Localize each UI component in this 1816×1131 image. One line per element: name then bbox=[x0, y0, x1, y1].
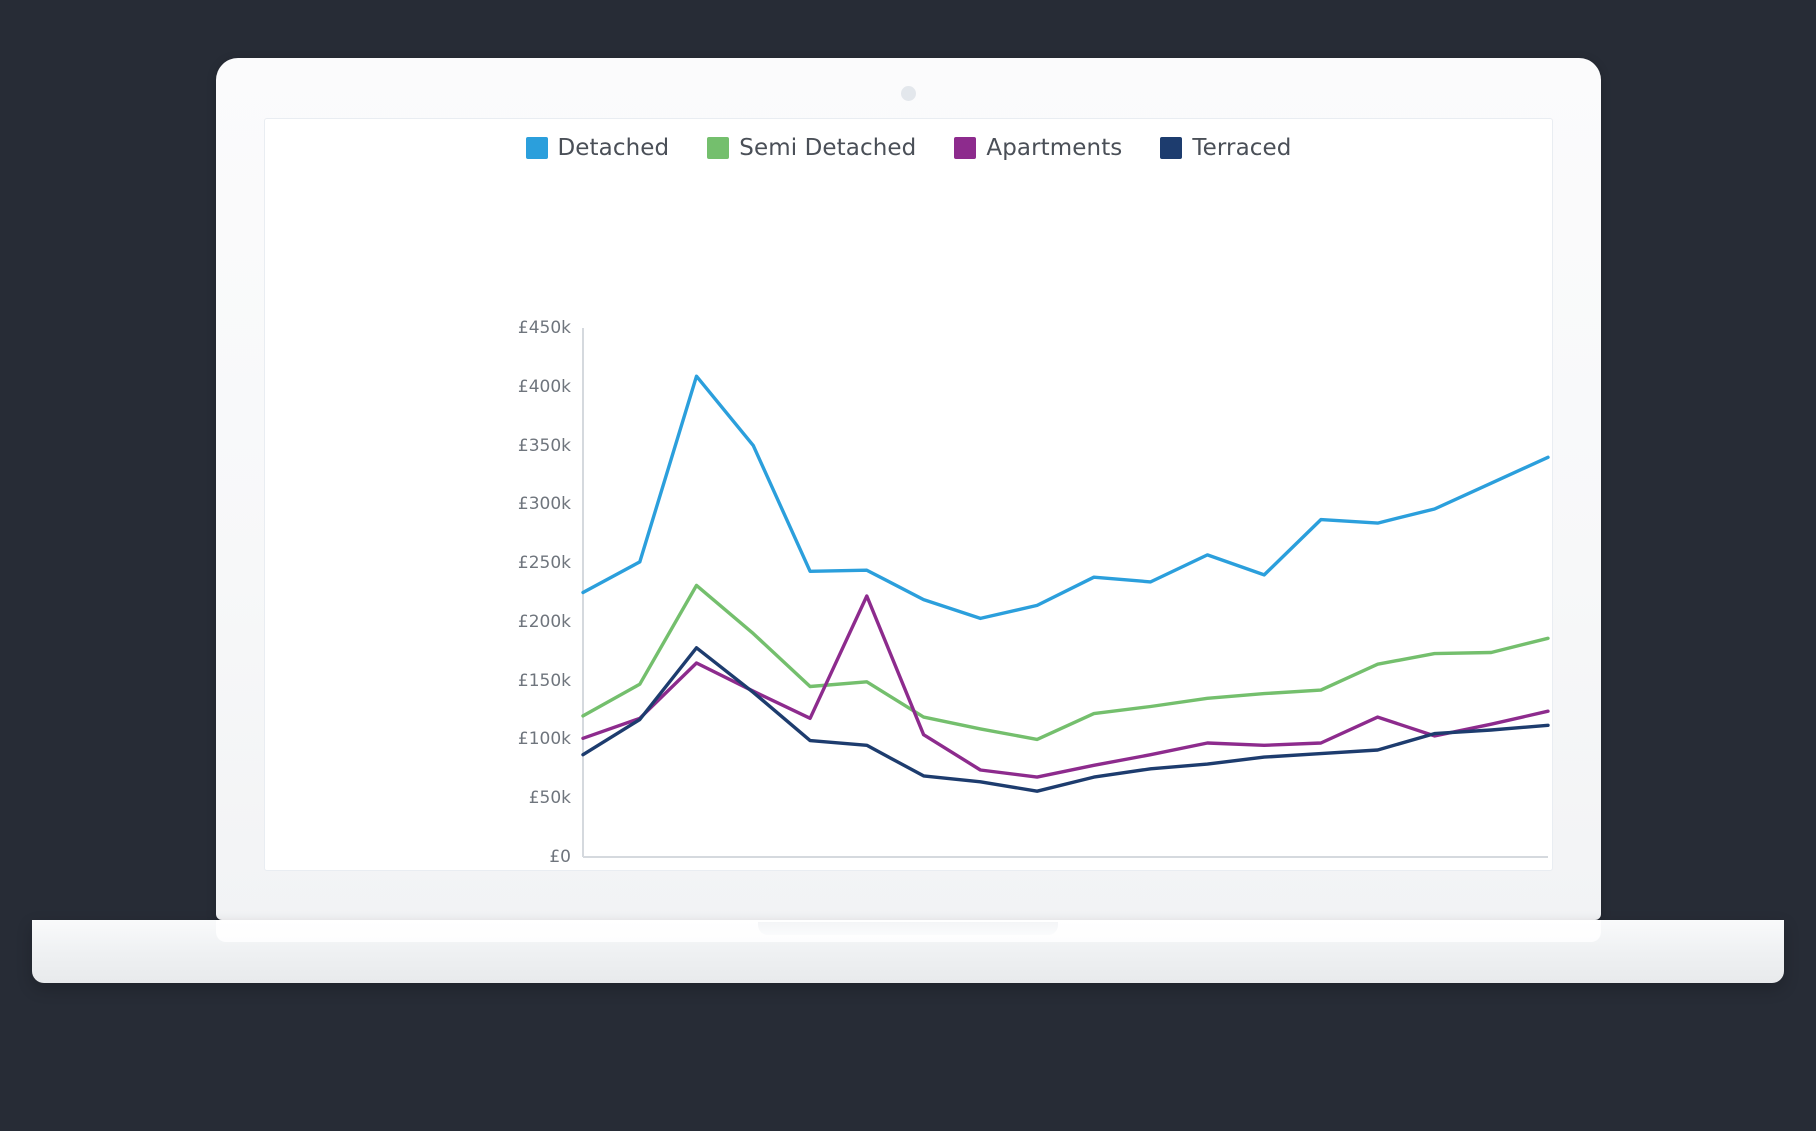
y-tick-label: £100k bbox=[265, 729, 571, 749]
y-tick-label: £350k bbox=[265, 436, 571, 456]
y-tick-label: £200k bbox=[265, 612, 571, 632]
laptop-lid: DetachedSemi DetachedApartmentsTerraced … bbox=[216, 58, 1601, 920]
webcam-icon bbox=[901, 86, 916, 101]
series-line-apartments[interactable] bbox=[583, 596, 1548, 777]
y-tick-label: £50k bbox=[265, 788, 571, 808]
y-tick-label: £150k bbox=[265, 671, 571, 691]
screenshot-stage: DetachedSemi DetachedApartmentsTerraced … bbox=[0, 0, 1816, 1131]
y-tick-label: £0 bbox=[265, 847, 571, 867]
y-tick-label: £400k bbox=[265, 377, 571, 397]
line-chart: DetachedSemi DetachedApartmentsTerraced … bbox=[265, 119, 1552, 870]
y-tick-label: £450k bbox=[265, 318, 571, 338]
y-tick-label: £300k bbox=[265, 494, 571, 514]
laptop-screen: DetachedSemi DetachedApartmentsTerraced … bbox=[264, 118, 1553, 871]
series-line-semi-detached[interactable] bbox=[583, 585, 1548, 739]
y-tick-label: £250k bbox=[265, 553, 571, 573]
laptop-notch-groove bbox=[758, 922, 1058, 935]
series-line-detached[interactable] bbox=[583, 376, 1548, 618]
